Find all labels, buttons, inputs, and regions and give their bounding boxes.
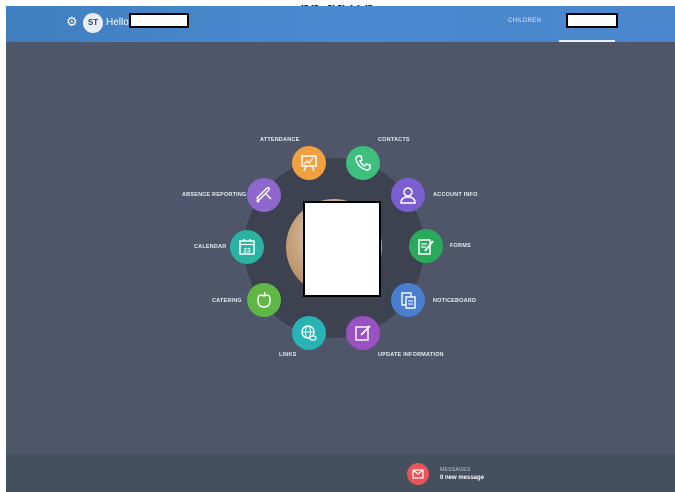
update-information-label[interactable]: UPDATE INFORMATION [378,352,444,359]
calendar-day-text: 23 [243,248,251,255]
contacts-button[interactable] [346,146,380,180]
messages-footer: MESSAGES 0 new message [6,454,675,492]
links-button[interactable] [292,316,326,350]
update-information-button[interactable] [346,316,380,350]
gear-icon[interactable]: ⚙ [66,15,80,29]
absence-reporting-label[interactable]: ABSENCE REPORTING [182,192,247,199]
catering-button[interactable] [247,283,281,317]
bell-icon [256,186,272,203]
envelope-icon [412,469,424,479]
attendance-button[interactable] [292,146,326,180]
account-info-label[interactable]: ACCOUNT INFO [433,192,478,199]
phone-icon [355,155,371,171]
calendar-button[interactable]: 23 [230,230,264,264]
forms-label[interactable]: FORMS [450,243,471,250]
links-label[interactable]: LINKS [279,352,297,359]
noticeboard-button[interactable] [391,283,425,317]
redacted-child-photo [303,201,381,297]
globe-link-icon [301,325,317,341]
messages-title: MESSAGES [440,467,471,473]
absence-reporting-button[interactable] [247,178,281,212]
apple-icon [257,291,271,308]
redacted-child-name [566,13,618,28]
app-screen: ⚙ ST Hello, CHILDREN ATTENDANCE CONTACTS… [6,6,675,492]
messages-button[interactable] [407,463,429,485]
top-bar: ⚙ ST Hello, CHILDREN [6,6,675,42]
noticeboard-label[interactable]: NOTICEBOARD [433,298,476,305]
greeting-text: Hello, [106,17,132,28]
forms-button[interactable] [409,229,443,263]
messages-count[interactable]: 0 new message [440,475,484,481]
catering-label[interactable]: CATERING [212,298,242,305]
account-info-button[interactable] [391,178,425,212]
calendar-label[interactable]: CALENDAR [194,244,226,251]
edit-icon [355,325,371,341]
clipboard-edit-icon [418,239,434,255]
attendance-label[interactable]: ATTENDANCE [260,137,299,144]
user-icon [400,187,416,204]
calendar-icon: 23 [239,239,255,255]
presentation-chart-icon [301,155,317,172]
school-logo: ST [83,13,103,33]
documents-icon [401,292,416,309]
redacted-username [129,13,189,28]
contacts-label[interactable]: CONTACTS [378,137,410,144]
children-tab[interactable]: CHILDREN [508,18,541,24]
